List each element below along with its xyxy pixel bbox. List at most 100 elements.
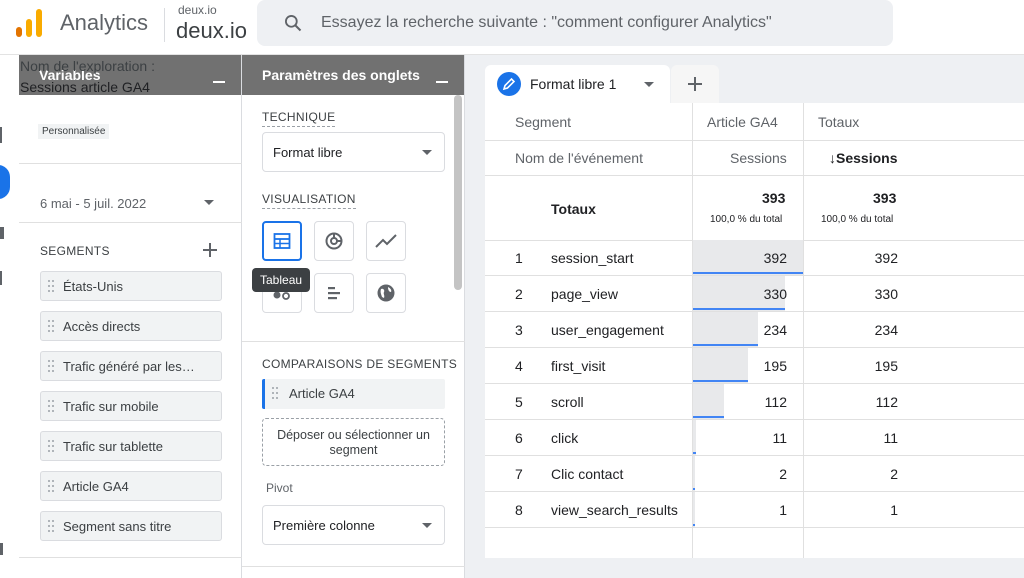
date-dropdown-caret-icon[interactable] xyxy=(204,200,214,205)
value-col2: 195 xyxy=(874,358,898,374)
viz-tooltip: Tableau xyxy=(252,268,311,292)
drag-handle-icon[interactable] xyxy=(48,320,54,334)
pivot-label: Pivot xyxy=(266,481,293,495)
table-row[interactable]: 2 page_view 330 330 xyxy=(485,276,1024,312)
segment-chip-label: Trafic sur tablette xyxy=(63,439,163,454)
pivot-select[interactable]: Première colonne xyxy=(262,505,445,545)
event-name: page_view xyxy=(551,286,618,302)
exploration-name-label: Nom de l'exploration : xyxy=(20,58,155,74)
date-range-picker[interactable]: 6 mai - 5 juil. 2022 xyxy=(40,196,146,211)
value-col2: 234 xyxy=(874,322,898,338)
add-segment-icon[interactable] xyxy=(203,243,217,257)
value-col1: 195 xyxy=(763,358,787,374)
tab-menu-caret-icon[interactable] xyxy=(644,82,654,87)
totals-value-col1: 393 xyxy=(762,190,786,206)
value-bar xyxy=(693,420,696,456)
header-totaux[interactable]: Totaux xyxy=(818,114,859,130)
drag-handle-icon[interactable] xyxy=(48,520,54,534)
segment-chip[interactable]: Trafic sur tablette xyxy=(40,431,222,461)
tab-settings-title: Paramètres des onglets xyxy=(262,67,420,83)
event-name: user_engagement xyxy=(551,322,664,338)
table-row[interactable]: 8 view_search_results 1 1 xyxy=(485,492,1024,528)
settings-scrollbar[interactable] xyxy=(454,95,462,290)
table-row[interactable]: 4 first_visit 195 195 xyxy=(485,348,1024,384)
bar-chart-icon xyxy=(328,287,340,300)
drag-handle-icon[interactable] xyxy=(272,387,278,401)
table-row[interactable]: 3 user_engagement 234 234 xyxy=(485,312,1024,348)
left-nav-rail xyxy=(0,55,18,578)
drag-handle-icon[interactable] xyxy=(48,440,54,454)
edit-pencil-icon[interactable] xyxy=(497,72,521,96)
nav-configure-icon[interactable] xyxy=(0,271,2,285)
segment-chip[interactable]: États-Unis xyxy=(40,271,222,301)
value-col2: 2 xyxy=(890,466,898,482)
segment-chip[interactable]: Article GA4 xyxy=(40,471,222,501)
segment-chip[interactable]: Accès directs xyxy=(40,311,222,341)
exploration-name-field[interactable]: Sessions article GA4 xyxy=(20,79,150,95)
value-bar-line xyxy=(693,488,695,490)
table-viz-button[interactable] xyxy=(262,221,302,261)
drag-handle-icon[interactable] xyxy=(48,360,54,374)
nav-settings-icon[interactable] xyxy=(0,543,3,555)
segment-chip[interactable]: Trafic généré par les… xyxy=(40,351,222,381)
row-index: 1 xyxy=(515,250,523,266)
value-bar-line xyxy=(693,272,803,274)
table-row[interactable]: 6 click 11 11 xyxy=(485,420,1024,456)
donut-viz-button[interactable] xyxy=(314,221,354,261)
divider xyxy=(19,222,242,223)
nav-reports-icon[interactable] xyxy=(0,127,2,143)
nav-explore-icon[interactable] xyxy=(0,165,10,199)
table-row[interactable]: 5 scroll 112 112 xyxy=(485,384,1024,420)
top-bar: Analytics deux.io deux.io Essayez la rec… xyxy=(0,0,1024,52)
technique-label: TECHNIQUE xyxy=(262,110,336,127)
value-col2: 392 xyxy=(874,250,898,266)
totals-label: Totaux xyxy=(551,201,596,217)
value-col1: 2 xyxy=(779,466,787,482)
metric-header-col2-sorted[interactable]: ↓Sessions xyxy=(829,150,897,166)
segment-chip[interactable]: Segment sans titre xyxy=(40,511,222,541)
collapse-variables-button[interactable] xyxy=(213,81,225,83)
tab-settings-header: Paramètres des onglets xyxy=(242,55,464,95)
value-bar-line xyxy=(693,452,696,454)
analytics-logo-icon[interactable] xyxy=(16,9,42,37)
search-input[interactable]: Essayez la recherche suivante : "comment… xyxy=(321,14,772,32)
segment-chip-label: Trafic sur mobile xyxy=(63,399,159,414)
line-viz-button[interactable] xyxy=(366,221,406,261)
geo-map-icon xyxy=(377,284,395,302)
table-row[interactable]: 7 Clic contact 2 2 xyxy=(485,456,1024,492)
property-name[interactable]: deux.io xyxy=(176,18,247,44)
value-col1: 330 xyxy=(763,286,787,302)
segment-drop-zone[interactable]: Déposer ou sélectionner un segment xyxy=(262,418,445,466)
search-bar[interactable]: Essayez la recherche suivante : "comment… xyxy=(257,0,893,46)
technique-caret-icon[interactable] xyxy=(422,150,432,155)
collapse-tab-settings-button[interactable] xyxy=(436,81,448,83)
segment-chip[interactable]: Trafic sur mobile xyxy=(40,391,222,421)
row-index: 8 xyxy=(515,502,523,518)
row-index: 2 xyxy=(515,286,523,302)
value-col1: 11 xyxy=(772,430,787,446)
geo-viz-button[interactable] xyxy=(366,273,406,313)
drag-handle-icon[interactable] xyxy=(48,480,54,494)
row-index: 5 xyxy=(515,394,523,410)
app-title: Analytics xyxy=(60,10,149,35)
account-name[interactable]: deux.io xyxy=(178,3,217,17)
header-article-ga4[interactable]: Article GA4 xyxy=(707,114,778,130)
pivot-caret-icon[interactable] xyxy=(422,523,432,528)
comparison-segment-chip[interactable]: Article GA4 xyxy=(262,379,445,409)
tab-format-libre-1[interactable]: Format libre 1 xyxy=(485,65,670,103)
value-bar xyxy=(693,456,695,492)
totals-pct-col1: 100,0 % du total xyxy=(710,214,783,225)
metric-header-col1[interactable]: Sessions xyxy=(730,150,787,166)
row-index: 6 xyxy=(515,430,523,446)
visualisation-label: VISUALISATION xyxy=(262,192,356,209)
add-tab-button[interactable] xyxy=(671,65,719,103)
bar-viz-button[interactable] xyxy=(314,273,354,313)
value-col2: 11 xyxy=(883,430,898,446)
dimension-header[interactable]: Nom de l'événement xyxy=(515,150,643,166)
drag-handle-icon[interactable] xyxy=(48,400,54,414)
table-row[interactable]: 1 session_start 392 392 xyxy=(485,240,1024,276)
nav-advertising-icon[interactable] xyxy=(0,227,4,239)
event-name: session_start xyxy=(551,250,634,266)
drag-handle-icon[interactable] xyxy=(48,280,54,294)
technique-select[interactable]: Format libre xyxy=(262,132,445,172)
